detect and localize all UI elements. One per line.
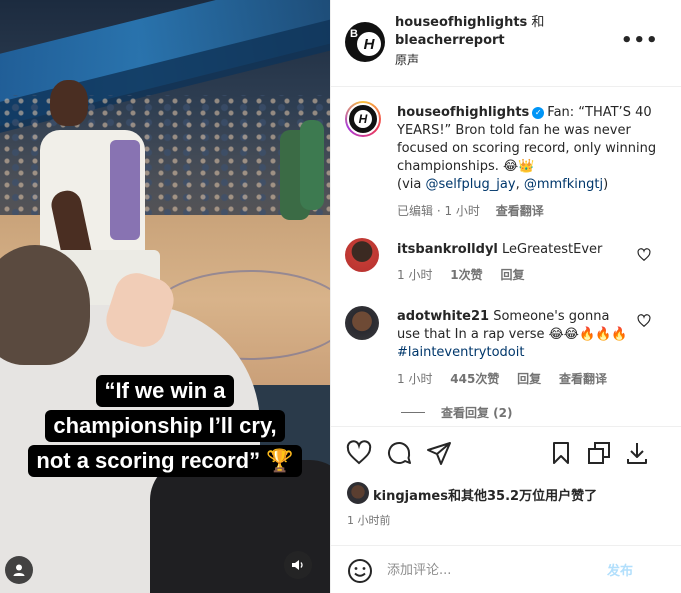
heart-icon[interactable] xyxy=(637,248,651,262)
video-caption-line: not a scoring record” 🏆 xyxy=(28,445,302,477)
post-details-panel: B H houseofhighlights 和 bleacherreport 原… xyxy=(330,0,681,593)
post-video[interactable]: “If we win a championship I’ll cry, not … xyxy=(0,0,330,593)
speaker-icon xyxy=(292,560,303,570)
commenter-avatar[interactable] xyxy=(345,306,379,340)
commenter-avatar[interactable] xyxy=(345,238,379,272)
caption-username[interactable]: houseofhighlights xyxy=(397,105,529,120)
author-link[interactable]: bleacherreport xyxy=(395,33,505,48)
tagged-users-button[interactable] xyxy=(5,556,33,584)
post-timestamp: 1 小时前 xyxy=(347,514,391,527)
comment-icon[interactable] xyxy=(385,439,413,467)
mute-button[interactable] xyxy=(284,551,312,579)
verified-badge-icon: ✓ xyxy=(532,106,545,119)
video-caption-line: championship I’ll cry, xyxy=(45,410,285,442)
likes-summary: kingjames和其他35.2万位用户赞了 xyxy=(331,478,681,508)
add-comment-bar: 发布 xyxy=(331,545,681,593)
likes-count[interactable]: 和其他35.2万位用户赞了 xyxy=(448,489,597,504)
heart-icon[interactable] xyxy=(345,439,373,467)
comment-input[interactable] xyxy=(387,558,607,582)
opponent-player xyxy=(300,120,324,210)
mention-link[interactable]: @mmfkingtj xyxy=(524,177,603,192)
post-comment-button[interactable]: 发布 xyxy=(607,560,633,579)
video-caption-line: “If we win a xyxy=(96,375,234,407)
reply-button[interactable]: 回复 xyxy=(500,268,524,282)
author-link[interactable]: houseofhighlights xyxy=(395,15,527,30)
collections-icon[interactable] xyxy=(585,439,613,467)
comment-likes[interactable]: 445次赞 xyxy=(450,372,499,386)
action-bar xyxy=(331,426,681,478)
hashtag-link[interactable]: #lainteventrytodoit xyxy=(397,345,524,360)
view-replies-button[interactable]: 查看回复 (2) xyxy=(401,404,513,421)
comment-text: LeGreatestEver xyxy=(502,242,603,257)
emoji-icon[interactable] xyxy=(347,558,373,584)
send-icon[interactable] xyxy=(425,439,453,467)
comment-time: 1 小时 xyxy=(397,268,433,282)
reply-button[interactable]: 回复 xyxy=(517,372,541,386)
see-translation-link[interactable]: 查看翻译 xyxy=(496,204,544,218)
post-header: B H houseofhighlights 和 bleacherreport 原… xyxy=(331,0,681,87)
account-avatar[interactable]: B H xyxy=(345,22,385,62)
caption-avatar[interactable]: H xyxy=(345,101,381,137)
caption-timestamp: 已编辑 · 1 小时 xyxy=(397,204,480,218)
comment-likes[interactable]: 1次赞 xyxy=(450,268,482,282)
author-separator: 和 xyxy=(527,15,545,30)
more-options-icon[interactable]: ••• xyxy=(621,30,659,51)
download-icon[interactable] xyxy=(623,439,651,467)
liker-username[interactable]: kingjames xyxy=(373,489,448,504)
audio-label[interactable]: 原声 xyxy=(395,51,419,68)
video-caption: “If we win a championship I’ll cry, not … xyxy=(0,375,330,480)
comment-username[interactable]: adotwhite21 xyxy=(397,309,489,324)
mention-link[interactable]: @selfplug_jay xyxy=(425,177,515,192)
liker-avatar[interactable] xyxy=(347,482,369,504)
bookmark-icon[interactable] xyxy=(547,439,575,467)
post-authors: houseofhighlights 和 bleacherreport xyxy=(395,14,544,50)
comment-time: 1 小时 xyxy=(397,372,433,386)
see-translation-link[interactable]: 查看翻译 xyxy=(559,372,607,386)
comment-username[interactable]: itsbankrolldyl xyxy=(397,242,498,257)
heart-icon[interactable] xyxy=(637,314,651,328)
user-icon xyxy=(13,564,25,576)
